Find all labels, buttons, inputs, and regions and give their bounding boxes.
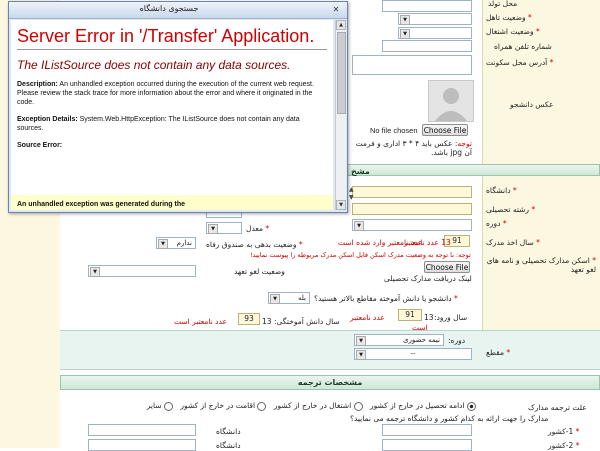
grad-year-prefix: 13 bbox=[262, 317, 272, 326]
reason-options: ادامه تحصیل در خارج از کشور اشتغال در خا… bbox=[147, 401, 476, 411]
source-code-text: An unhandled exception was generated dur… bbox=[17, 201, 186, 208]
cancel-select[interactable]: ▼ bbox=[88, 265, 196, 277]
employment-select[interactable]: ▼ bbox=[398, 27, 472, 39]
entry-invalid: عدد نامعتبر bbox=[350, 313, 385, 322]
degree-note: توجه: با توجه به وضعیت مدرک اسکن فایل اس… bbox=[250, 251, 471, 259]
birthplace-input[interactable] bbox=[382, 0, 472, 12]
level-select[interactable]: ▼ -- bbox=[354, 348, 472, 360]
graduate-question: * دانشجو یا دانش آموخته مقاطع بالاتر هست… bbox=[314, 294, 458, 303]
mobile-input[interactable] bbox=[382, 40, 472, 52]
docs-question: مدارک را جهت ارائه به کدام کشور و دانشگا… bbox=[350, 414, 549, 423]
grad-year-label: سال دانش آموختگی: bbox=[274, 317, 340, 326]
period-label: * دوره bbox=[486, 219, 507, 228]
radio-icon bbox=[353, 401, 363, 411]
popup-scrollbar[interactable]: ▲ ▼ bbox=[335, 20, 346, 210]
scan-link[interactable]: لینک دریافت مدارک تحصیلی bbox=[384, 274, 472, 283]
marital-label: * وضعیت تاهل bbox=[486, 13, 532, 22]
chevron-down-icon: ▼ bbox=[208, 224, 218, 234]
photo-label: عکس دانشجو bbox=[510, 100, 554, 109]
photo-note: توجه: عکس باید ۴ * ۳ اداری و فرمت آن jpg… bbox=[355, 139, 472, 157]
chevron-down-icon: ▼ bbox=[270, 294, 280, 304]
university-input[interactable] bbox=[352, 186, 472, 198]
reason-option-work[interactable]: اشتغال در خارج از کشور bbox=[274, 401, 363, 411]
student-photo bbox=[428, 80, 474, 122]
scan-choose-file-button[interactable]: Choose File bbox=[424, 261, 470, 273]
reason-option-residence[interactable]: اقامت در خارج از کشور bbox=[180, 401, 267, 411]
grad-year-input[interactable]: 93 bbox=[238, 313, 260, 325]
university2-input[interactable] bbox=[88, 439, 196, 451]
radio-icon bbox=[257, 401, 267, 411]
address-label: * آدرس محل سکونت bbox=[486, 58, 554, 67]
field-input[interactable] bbox=[352, 203, 472, 215]
chevron-down-icon: ▼ bbox=[90, 267, 100, 277]
average-select[interactable]: ▼ bbox=[206, 222, 242, 234]
university1-input[interactable] bbox=[88, 424, 196, 436]
period-select[interactable]: ▼ bbox=[352, 219, 472, 231]
field-label: * رشته تحصیلی bbox=[486, 205, 536, 214]
reason-option-other[interactable]: سایر bbox=[147, 401, 173, 411]
degree-year-label: * سال اخذ مدرک bbox=[486, 238, 540, 247]
level-panel bbox=[60, 330, 600, 370]
error-title: Server Error in '/Transfer' Application. bbox=[17, 26, 315, 46]
cancel-label: وضعیت لغو تعهد bbox=[234, 267, 285, 276]
grad-invalid: عدد نامعتبر است bbox=[174, 317, 227, 326]
error-exception: Exception Details: System.Web.HttpExcept… bbox=[17, 116, 300, 132]
welfare-select[interactable]: ▼ ندارم bbox=[156, 237, 196, 249]
country1-input[interactable] bbox=[382, 424, 472, 436]
reason-option-study[interactable]: ادامه تحصیل در خارج از کشور bbox=[370, 401, 476, 411]
university2-label: دانشگاه bbox=[216, 441, 241, 450]
degree-year-hint: عدد نامعتبر وارد شده است bbox=[338, 238, 423, 247]
employment-label: * وضعیت اشتغال bbox=[486, 27, 540, 36]
error-message: The IListSource does not contain any dat… bbox=[17, 58, 291, 72]
popup-titlebar[interactable]: جستجوی دانشگاه ✕ bbox=[9, 2, 347, 19]
scroll-thumb[interactable] bbox=[337, 32, 346, 114]
birthplace-label: محل تولد bbox=[488, 0, 518, 8]
mobile-label: شماره تلفن همراه bbox=[494, 42, 552, 51]
country2-label: * 2-کشور bbox=[548, 441, 580, 450]
country1-label: * 1-کشور bbox=[548, 427, 580, 436]
address-input[interactable] bbox=[352, 55, 472, 75]
chevron-down-icon: ▼ bbox=[400, 15, 410, 25]
university-search-popup: جستجوی دانشگاه ✕ Server Error in '/Trans… bbox=[8, 1, 348, 213]
welfare-label: * وضعیت بدهی به صندوق رفاه bbox=[206, 240, 303, 249]
course-select[interactable]: ▼ نیمه حضوری bbox=[354, 334, 444, 346]
chevron-down-icon: ▼ bbox=[356, 336, 366, 346]
chevron-down-icon: ▼ bbox=[158, 239, 168, 249]
graduate-select[interactable]: ▼ بله bbox=[268, 292, 310, 304]
popup-title: جستجوی دانشگاه bbox=[139, 4, 199, 13]
university1-label: دانشگاه bbox=[216, 427, 241, 436]
university-label: * دانشگاه bbox=[486, 186, 517, 195]
error-description: Description: An unhandled exception occu… bbox=[17, 81, 314, 106]
avatar-icon bbox=[435, 88, 467, 121]
chevron-down-icon: ▼ bbox=[356, 350, 366, 360]
average-label: * معدل bbox=[246, 224, 270, 233]
side-scroll-arrows-bottom[interactable] bbox=[349, 203, 357, 215]
level-label: * مقطع bbox=[486, 348, 511, 357]
country2-input[interactable] bbox=[382, 439, 472, 451]
radio-icon bbox=[163, 401, 173, 411]
entry-year-prefix: 13 bbox=[424, 313, 434, 322]
no-file-text: No file chosen bbox=[370, 126, 418, 135]
error-divider bbox=[17, 47, 327, 50]
photo-choose-file-button[interactable]: Choose File bbox=[422, 124, 468, 136]
transfer-section-header: مشخصات ترجمه bbox=[60, 375, 600, 390]
chevron-down-icon: ▼ bbox=[400, 29, 410, 39]
reason-label: علت ترجمه مدارک bbox=[528, 403, 587, 412]
radio-selected-icon bbox=[467, 401, 476, 411]
popup-content: Server Error in '/Transfer' Application.… bbox=[11, 20, 333, 210]
scan-label: * اسکن مدارک تحصیلی و نامه های لغو تعهد bbox=[486, 256, 596, 274]
entry-year-input[interactable]: 91 bbox=[398, 309, 422, 321]
source-code-box: An unhandled exception was generated dur… bbox=[11, 195, 333, 210]
chevron-down-icon: ▼ bbox=[354, 221, 364, 231]
close-icon[interactable]: ✕ bbox=[331, 5, 341, 14]
scroll-down-icon[interactable]: ▼ bbox=[336, 200, 346, 210]
entry-year-label: سال ورود: bbox=[434, 313, 468, 322]
error-source-label: Source Error: bbox=[17, 142, 63, 149]
course-label: دوره: bbox=[448, 336, 466, 345]
marital-select[interactable]: ▼ bbox=[398, 13, 472, 25]
scroll-up-icon[interactable]: ▲ bbox=[336, 20, 346, 30]
